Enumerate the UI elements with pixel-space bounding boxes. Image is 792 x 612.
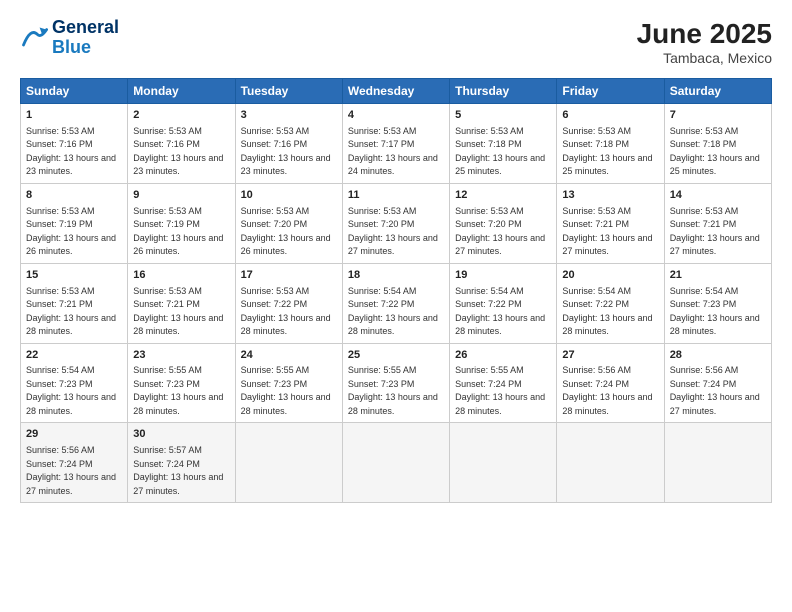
header: GeneralBlue June 2025 Tambaca, Mexico — [20, 18, 772, 66]
calendar-day-cell: 3Sunrise: 5:53 AMSunset: 7:16 PMDaylight… — [235, 104, 342, 184]
calendar-day-cell: 4Sunrise: 5:53 AMSunset: 7:17 PMDaylight… — [342, 104, 449, 184]
header-monday: Monday — [128, 79, 235, 104]
calendar-day-cell: 15Sunrise: 5:53 AMSunset: 7:21 PMDayligh… — [21, 263, 128, 343]
logo: GeneralBlue — [20, 18, 119, 58]
calendar-day-cell — [664, 423, 771, 503]
calendar-day-cell: 21Sunrise: 5:54 AMSunset: 7:23 PMDayligh… — [664, 263, 771, 343]
logo-text: GeneralBlue — [52, 18, 119, 58]
calendar-day-cell: 29Sunrise: 5:56 AMSunset: 7:24 PMDayligh… — [21, 423, 128, 503]
header-tuesday: Tuesday — [235, 79, 342, 104]
calendar-day-cell: 18Sunrise: 5:54 AMSunset: 7:22 PMDayligh… — [342, 263, 449, 343]
header-saturday: Saturday — [664, 79, 771, 104]
location: Tambaca, Mexico — [637, 50, 772, 66]
calendar-day-cell: 22Sunrise: 5:54 AMSunset: 7:23 PMDayligh… — [21, 343, 128, 423]
calendar-day-cell: 14Sunrise: 5:53 AMSunset: 7:21 PMDayligh… — [664, 183, 771, 263]
calendar-day-cell: 7Sunrise: 5:53 AMSunset: 7:18 PMDaylight… — [664, 104, 771, 184]
calendar-day-cell: 2Sunrise: 5:53 AMSunset: 7:16 PMDaylight… — [128, 104, 235, 184]
header-wednesday: Wednesday — [342, 79, 449, 104]
calendar-day-cell: 11Sunrise: 5:53 AMSunset: 7:20 PMDayligh… — [342, 183, 449, 263]
calendar-day-cell: 6Sunrise: 5:53 AMSunset: 7:18 PMDaylight… — [557, 104, 664, 184]
calendar-day-cell: 19Sunrise: 5:54 AMSunset: 7:22 PMDayligh… — [450, 263, 557, 343]
calendar-day-cell — [557, 423, 664, 503]
calendar-day-cell: 16Sunrise: 5:53 AMSunset: 7:21 PMDayligh… — [128, 263, 235, 343]
weekday-header-row: Sunday Monday Tuesday Wednesday Thursday… — [21, 79, 772, 104]
header-friday: Friday — [557, 79, 664, 104]
calendar-day-cell: 5Sunrise: 5:53 AMSunset: 7:18 PMDaylight… — [450, 104, 557, 184]
calendar-day-cell: 25Sunrise: 5:55 AMSunset: 7:23 PMDayligh… — [342, 343, 449, 423]
calendar-day-cell: 26Sunrise: 5:55 AMSunset: 7:24 PMDayligh… — [450, 343, 557, 423]
calendar-week-row: 1Sunrise: 5:53 AMSunset: 7:16 PMDaylight… — [21, 104, 772, 184]
calendar-day-cell: 13Sunrise: 5:53 AMSunset: 7:21 PMDayligh… — [557, 183, 664, 263]
calendar-day-cell: 23Sunrise: 5:55 AMSunset: 7:23 PMDayligh… — [128, 343, 235, 423]
calendar-day-cell — [450, 423, 557, 503]
calendar-week-row: 29Sunrise: 5:56 AMSunset: 7:24 PMDayligh… — [21, 423, 772, 503]
calendar-day-cell: 30Sunrise: 5:57 AMSunset: 7:24 PMDayligh… — [128, 423, 235, 503]
calendar-day-cell: 8Sunrise: 5:53 AMSunset: 7:19 PMDaylight… — [21, 183, 128, 263]
header-sunday: Sunday — [21, 79, 128, 104]
logo-icon — [20, 24, 48, 52]
calendar-week-row: 8Sunrise: 5:53 AMSunset: 7:19 PMDaylight… — [21, 183, 772, 263]
calendar-day-cell: 17Sunrise: 5:53 AMSunset: 7:22 PMDayligh… — [235, 263, 342, 343]
calendar-day-cell — [235, 423, 342, 503]
header-thursday: Thursday — [450, 79, 557, 104]
calendar-day-cell — [342, 423, 449, 503]
calendar-week-row: 15Sunrise: 5:53 AMSunset: 7:21 PMDayligh… — [21, 263, 772, 343]
calendar-day-cell: 20Sunrise: 5:54 AMSunset: 7:22 PMDayligh… — [557, 263, 664, 343]
month-year: June 2025 — [637, 18, 772, 50]
calendar-table: Sunday Monday Tuesday Wednesday Thursday… — [20, 78, 772, 503]
calendar-day-cell: 1Sunrise: 5:53 AMSunset: 7:16 PMDaylight… — [21, 104, 128, 184]
calendar-day-cell: 9Sunrise: 5:53 AMSunset: 7:19 PMDaylight… — [128, 183, 235, 263]
calendar-day-cell: 12Sunrise: 5:53 AMSunset: 7:20 PMDayligh… — [450, 183, 557, 263]
calendar-day-cell: 24Sunrise: 5:55 AMSunset: 7:23 PMDayligh… — [235, 343, 342, 423]
calendar-week-row: 22Sunrise: 5:54 AMSunset: 7:23 PMDayligh… — [21, 343, 772, 423]
calendar-day-cell: 27Sunrise: 5:56 AMSunset: 7:24 PMDayligh… — [557, 343, 664, 423]
page: GeneralBlue June 2025 Tambaca, Mexico Su… — [0, 0, 792, 612]
title-block: June 2025 Tambaca, Mexico — [637, 18, 772, 66]
calendar-day-cell: 28Sunrise: 5:56 AMSunset: 7:24 PMDayligh… — [664, 343, 771, 423]
calendar-day-cell: 10Sunrise: 5:53 AMSunset: 7:20 PMDayligh… — [235, 183, 342, 263]
